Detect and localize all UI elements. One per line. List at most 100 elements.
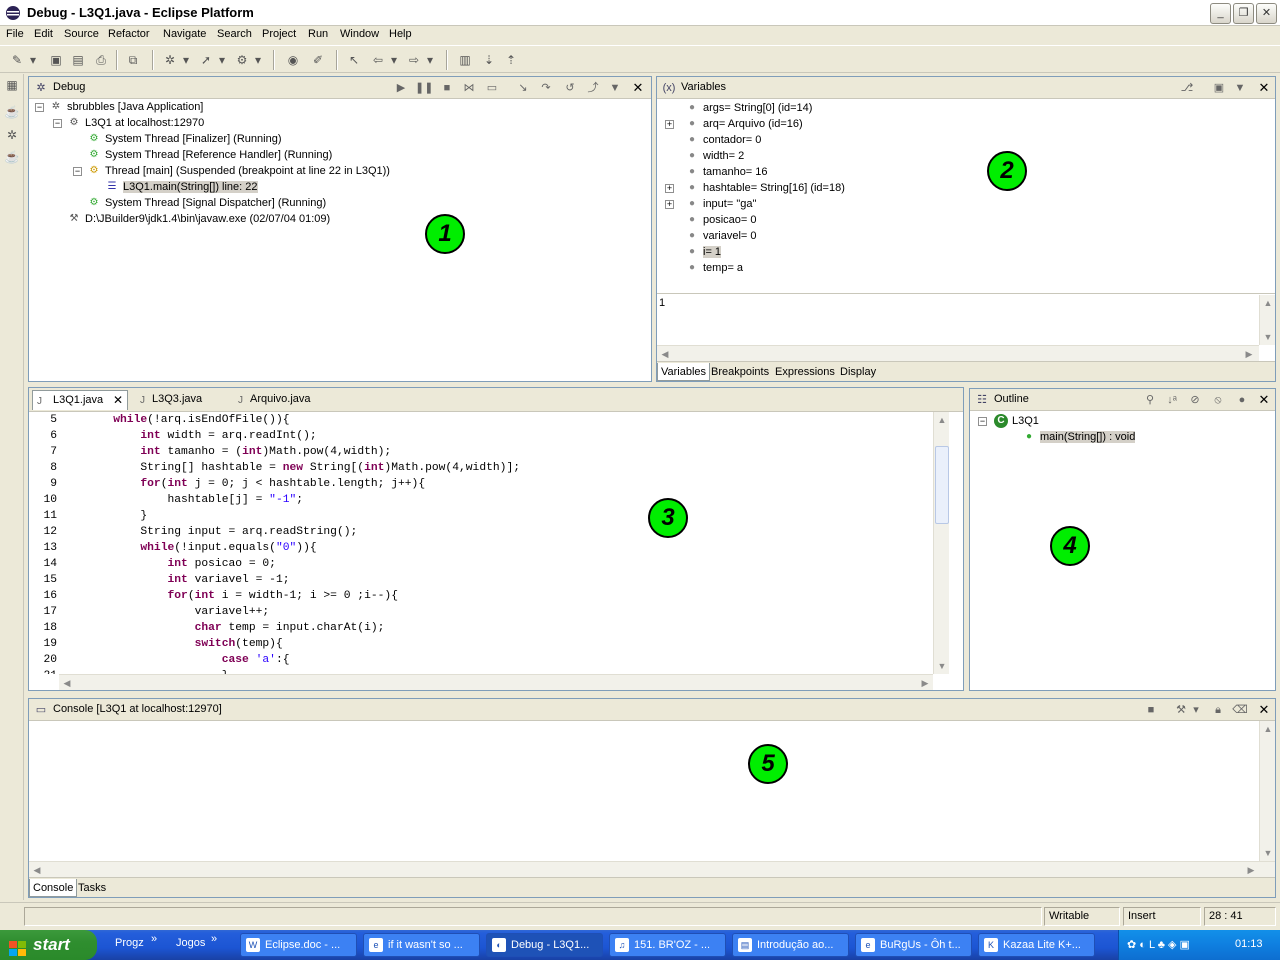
tree-item-process[interactable]: ⚒ D:\JBuilder9\jdk1.4\bin\javaw.exe (02/0…: [67, 211, 331, 227]
taskbar-button-eclipse-doc[interactable]: W Eclipse.doc - ...: [240, 933, 357, 957]
tree-item-thread[interactable]: ⚙ System Thread [Finalizer] (Running): [87, 131, 282, 147]
scroll-left-icon[interactable]: ◀: [657, 346, 673, 362]
scroll-left-icon[interactable]: ◀: [59, 675, 75, 691]
view-menu-icon[interactable]: ▼: [1232, 80, 1248, 96]
terminate-icon[interactable]: ■: [1143, 702, 1159, 718]
save-icon[interactable]: ▣: [47, 51, 65, 69]
start-button[interactable]: start: [0, 930, 97, 960]
quicklaunch-jogos[interactable]: Jogos: [176, 937, 205, 949]
back-dropdown-icon[interactable]: ▾: [389, 51, 399, 69]
console-output[interactable]: [29, 721, 1259, 861]
taskbar-button-kazaa[interactable]: K Kazaa Lite K+...: [978, 933, 1095, 957]
tab-variables[interactable]: Variables: [657, 363, 711, 381]
tree-item-target[interactable]: ⚙ L3Q1 at localhost:12970: [67, 115, 205, 131]
close-tab-icon[interactable]: ✕: [113, 391, 123, 409]
step-return-icon[interactable]: ↺: [562, 80, 578, 96]
variable-row[interactable]: ● input= "ga": [685, 196, 756, 212]
remove-terminated-icon[interactable]: ▭: [484, 80, 500, 96]
editor-tab-arquivo[interactable]: J Arquivo.java: [230, 390, 311, 410]
tab-console[interactable]: Console: [29, 879, 78, 897]
hide-local-types-icon[interactable]: ●: [1234, 392, 1250, 408]
editor-tab-l3q3[interactable]: J L3Q3.java: [132, 390, 202, 410]
scroll-right-icon[interactable]: ▶: [1241, 346, 1257, 362]
collapse-icon[interactable]: −: [978, 417, 987, 426]
new-icon[interactable]: ✎: [8, 51, 26, 69]
scroll-up-icon[interactable]: ▲: [1260, 295, 1276, 311]
pin-icon[interactable]: ✐: [309, 51, 327, 69]
show-source-icon[interactable]: ▥: [456, 51, 474, 69]
use-step-filters-icon[interactable]: ⇡: [502, 51, 520, 69]
tray-icons[interactable]: ✿ ◐ L ♣ ◈ ▣: [1127, 938, 1190, 951]
expand-icon[interactable]: +: [665, 120, 674, 129]
taskbar-button-burgus[interactable]: e BuRgUs - Ôh t...: [855, 933, 972, 957]
sort-icon[interactable]: ↓ᵃ: [1164, 392, 1180, 408]
menu-file[interactable]: File: [6, 28, 24, 40]
console-dropdown-icon[interactable]: ▾: [1191, 702, 1201, 718]
step-filter-icon[interactable]: ⇣: [480, 51, 498, 69]
tree-item-thread[interactable]: ⚙ System Thread [Signal Dispatcher] (Runn…: [87, 195, 327, 211]
menu-help[interactable]: Help: [389, 28, 412, 40]
taskbar-button-browser[interactable]: e if it wasn't so ...: [363, 933, 480, 957]
last-edit-icon[interactable]: ↖: [345, 51, 363, 69]
run-icon[interactable]: ➚: [197, 51, 215, 69]
variable-row[interactable]: ● contador= 0: [685, 132, 761, 148]
open-perspective-icon[interactable]: ▦: [4, 77, 20, 93]
close-debug-view-icon[interactable]: ✕: [630, 80, 646, 96]
scroll-up-icon[interactable]: ▲: [934, 412, 950, 428]
java-browsing-perspective-icon[interactable]: ☕: [4, 149, 20, 165]
variable-row[interactable]: ● width= 2: [685, 148, 744, 164]
tab-display[interactable]: Display: [837, 363, 879, 381]
outline-class[interactable]: C L3Q1: [994, 413, 1039, 429]
back-icon[interactable]: ⇦: [369, 51, 387, 69]
hide-nonpublic-icon[interactable]: ⦸: [1210, 392, 1226, 408]
tab-tasks[interactable]: Tasks: [75, 879, 109, 897]
console-vertical-scrollbar[interactable]: ▲ ▼: [1259, 721, 1275, 861]
collapse-icon[interactable]: −: [53, 119, 62, 128]
taskbar-button-eclipse-debug[interactable]: ◐ Debug - L3Q1...: [486, 933, 603, 957]
forward-icon[interactable]: ⇨: [405, 51, 423, 69]
show-type-names-icon[interactable]: ⎇: [1179, 80, 1195, 96]
scroll-right-icon[interactable]: ▶: [1243, 862, 1259, 878]
close-outline-view-icon[interactable]: ✕: [1256, 392, 1272, 408]
detail-vertical-scrollbar[interactable]: ▲ ▼: [1259, 295, 1275, 345]
drop-to-frame-icon[interactable]: ⤴: [585, 80, 601, 96]
expand-icon[interactable]: +: [665, 184, 674, 193]
menu-run[interactable]: Run: [308, 28, 328, 40]
debug-perspective-icon[interactable]: ✲: [4, 127, 20, 143]
chevron-icon[interactable]: »: [151, 933, 157, 945]
terminate-icon[interactable]: ■: [439, 80, 455, 96]
menu-project[interactable]: Project: [262, 28, 296, 40]
console-horizontal-scrollbar[interactable]: ◀ ▶: [29, 861, 1275, 877]
variable-row[interactable]: ● args= String[0] (id=14): [685, 100, 812, 116]
maximize-button[interactable]: ❐: [1233, 3, 1254, 24]
tree-item-stack-frame[interactable]: ☰ L3Q1.main(String[]) line: 22: [105, 179, 258, 195]
outline-method[interactable]: ● main(String[]) : void: [1022, 429, 1136, 445]
expand-icon[interactable]: +: [665, 200, 674, 209]
scroll-down-icon[interactable]: ▼: [1260, 329, 1276, 345]
close-console-view-icon[interactable]: ✕: [1256, 702, 1272, 718]
variable-row[interactable]: ● variavel= 0: [685, 228, 757, 244]
scroll-thumb[interactable]: [935, 446, 949, 524]
close-variables-view-icon[interactable]: ✕: [1256, 80, 1272, 96]
hide-fields-icon[interactable]: ⚲: [1142, 392, 1158, 408]
hide-static-icon[interactable]: ⊘: [1187, 392, 1203, 408]
step-into-icon[interactable]: ↘: [515, 80, 531, 96]
variable-row[interactable]: ● posicao= 0: [685, 212, 757, 228]
variable-row[interactable]: ● hashtable= String[16] (id=18): [685, 180, 845, 196]
taskbar-button-music[interactable]: ♫ 151. BR'OZ - ...: [609, 933, 726, 957]
menu-search[interactable]: Search: [217, 28, 252, 40]
detail-horizontal-scrollbar[interactable]: ◀ ▶: [657, 345, 1259, 361]
new-dropdown-icon[interactable]: ▾: [28, 51, 38, 69]
debug-dropdown-icon[interactable]: ▾: [181, 51, 191, 69]
forward-dropdown-icon[interactable]: ▾: [425, 51, 435, 69]
collapse-icon[interactable]: −: [35, 103, 44, 112]
open-type-icon[interactable]: ⧉: [124, 51, 142, 69]
tree-item-thread[interactable]: ⚙ System Thread [Reference Handler] (Runn…: [87, 147, 333, 163]
collapse-icon[interactable]: −: [73, 167, 82, 176]
resume-icon[interactable]: ▶: [393, 80, 409, 96]
scroll-left-icon[interactable]: ◀: [29, 862, 45, 878]
editor-horizontal-scrollbar[interactable]: ◀ ▶: [59, 674, 933, 690]
external-tools-icon[interactable]: ⚙: [233, 51, 251, 69]
menu-navigate[interactable]: Navigate: [163, 28, 206, 40]
menu-source[interactable]: Source: [64, 28, 99, 40]
